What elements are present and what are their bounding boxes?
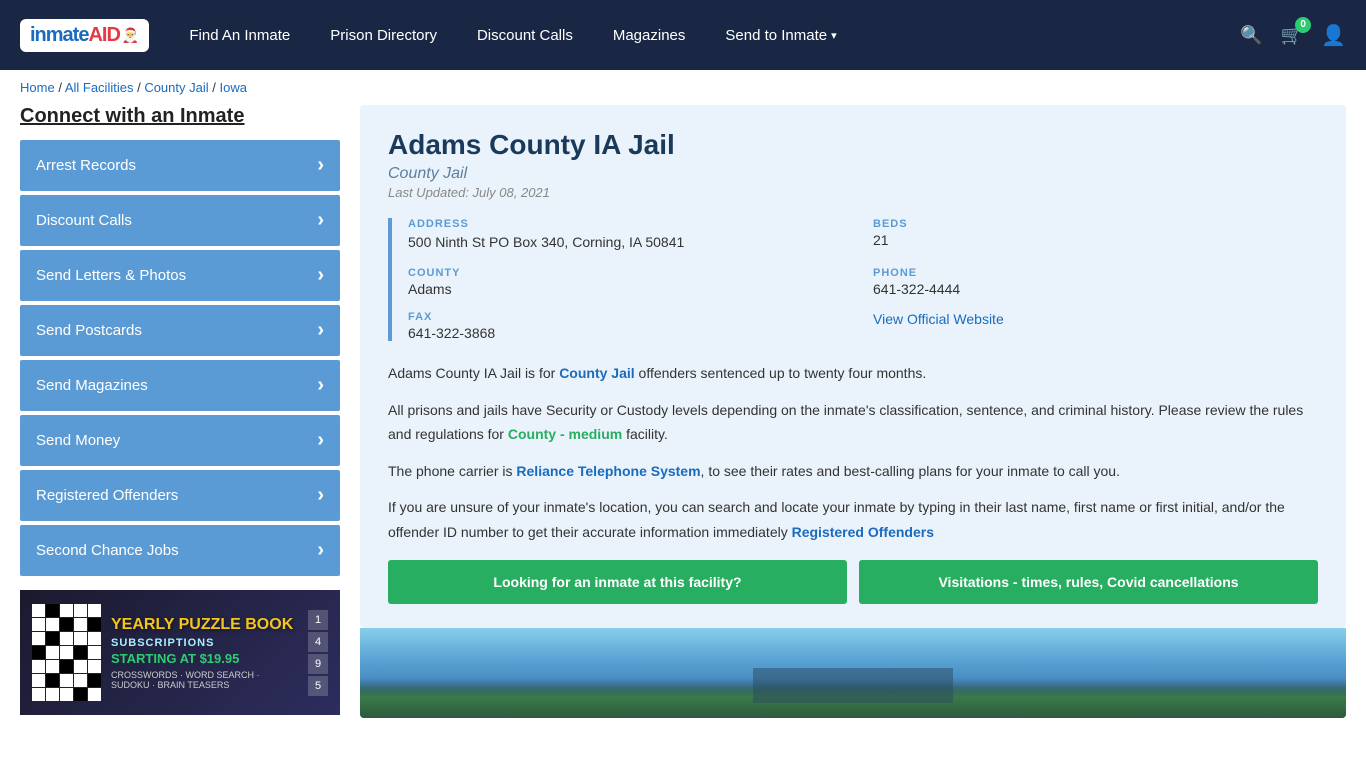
phone-value: 641-322-4444 xyxy=(873,281,1318,297)
breadcrumb-all-facilities[interactable]: All Facilities xyxy=(65,80,134,95)
crossword-grid xyxy=(32,604,101,701)
content: Adams County IA Jail County Jail Last Up… xyxy=(360,105,1346,718)
nav-icons: 🔍 🛒0 👤 xyxy=(1240,23,1346,48)
desc2-rest: facility. xyxy=(622,426,668,442)
logo-santa-icon: 🎅 xyxy=(122,27,139,44)
chevron-right-icon: › xyxy=(317,264,324,287)
beds-value: 21 xyxy=(873,232,1318,248)
sidebar-item-label: Discount Calls xyxy=(36,212,132,229)
chevron-right-icon: › xyxy=(317,429,324,452)
chevron-right-icon: › xyxy=(317,484,324,507)
desc-paragraph-3: The phone carrier is Reliance Telephone … xyxy=(388,459,1318,484)
desc-paragraph-4: If you are unsure of your inmate's locat… xyxy=(388,495,1318,544)
chevron-right-icon: › xyxy=(317,539,324,562)
info-website: View Official Website xyxy=(873,311,1318,341)
sidebar-item-label: Send Magazines xyxy=(36,377,148,394)
address-value: 500 Ninth St PO Box 340, Corning, IA 508… xyxy=(408,232,853,253)
chevron-right-icon: › xyxy=(317,209,324,232)
sidebar-item-label: Registered Offenders xyxy=(36,487,178,504)
facility-buttons: Looking for an inmate at this facility? … xyxy=(388,560,1318,604)
sidebar-item-label: Send Money xyxy=(36,432,120,449)
nav-send-to-inmate[interactable]: Send to Inmate▾ xyxy=(705,27,856,44)
info-address: ADDRESS 500 Ninth St PO Box 340, Corning… xyxy=(408,218,853,253)
facility-info-grid: ADDRESS 500 Ninth St PO Box 340, Corning… xyxy=(388,218,1318,341)
registered-offenders-link[interactable]: Registered Offenders xyxy=(792,524,934,540)
website-link[interactable]: View Official Website xyxy=(873,311,1004,327)
breadcrumb-county-jail[interactable]: County Jail xyxy=(144,80,208,95)
sidebar-title: Connect with an Inmate xyxy=(20,105,340,128)
county-label: COUNTY xyxy=(408,267,853,279)
main-container: Connect with an Inmate Arrest Records › … xyxy=(0,105,1366,738)
sidebar-item-label: Send Letters & Photos xyxy=(36,267,186,284)
fax-label: FAX xyxy=(408,311,853,323)
sidebar-item-discount-calls[interactable]: Discount Calls › xyxy=(20,195,340,246)
address-label: ADDRESS xyxy=(408,218,853,230)
facility-description: Adams County IA Jail is for County Jail … xyxy=(388,361,1318,544)
breadcrumb-iowa[interactable]: Iowa xyxy=(219,80,246,95)
beds-label: BEDS xyxy=(873,218,1318,230)
desc1-rest: offenders sentenced up to twenty four mo… xyxy=(635,365,927,381)
nav-prison-directory[interactable]: Prison Directory xyxy=(310,27,457,44)
facility-name: Adams County IA Jail xyxy=(388,129,1318,161)
facility-image xyxy=(360,628,1346,718)
breadcrumb: Home / All Facilities / County Jail / Io… xyxy=(0,70,1366,105)
visitations-button[interactable]: Visitations - times, rules, Covid cancel… xyxy=(859,560,1318,604)
desc1-text: Adams County IA Jail is for xyxy=(388,365,559,381)
info-phone: PHONE 641-322-4444 xyxy=(873,267,1318,297)
sidebar-item-arrest-records[interactable]: Arrest Records › xyxy=(20,140,340,191)
ad-subtitle: SUBSCRIPTIONS xyxy=(111,637,298,649)
chevron-right-icon: › xyxy=(317,154,324,177)
ad-title: YEARLY PUZZLE BOOK xyxy=(111,615,298,634)
nav-discount-calls[interactable]: Discount Calls xyxy=(457,27,593,44)
navbar: inmateAID 🎅 Find An Inmate Prison Direct… xyxy=(0,0,1366,70)
cart-badge: 0 xyxy=(1295,17,1311,33)
ad-numbers: 1 4 9 5 xyxy=(308,610,328,696)
ad-price: STARTING AT $19.95 xyxy=(111,651,298,666)
county-medium-link[interactable]: County - medium xyxy=(508,426,622,442)
desc3-text: The phone carrier is xyxy=(388,463,516,479)
info-county: COUNTY Adams xyxy=(408,267,853,297)
user-icon[interactable]: 👤 xyxy=(1321,23,1346,48)
desc-paragraph-1: Adams County IA Jail is for County Jail … xyxy=(388,361,1318,386)
sidebar-item-label: Second Chance Jobs xyxy=(36,542,179,559)
sidebar-item-label: Arrest Records xyxy=(36,157,136,174)
sidebar-item-send-magazines[interactable]: Send Magazines › xyxy=(20,360,340,411)
phone-label: PHONE xyxy=(873,267,1318,279)
sidebar-item-second-chance-jobs[interactable]: Second Chance Jobs › xyxy=(20,525,340,576)
facility-updated: Last Updated: July 08, 2021 xyxy=(388,185,1318,200)
cart-icon[interactable]: 🛒0 xyxy=(1281,25,1303,46)
search-icon[interactable]: 🔍 xyxy=(1240,25,1262,46)
ad-bottom-text: CROSSWORDS · WORD SEARCH · SUDOKU · BRAI… xyxy=(111,670,298,690)
desc-paragraph-2: All prisons and jails have Security or C… xyxy=(388,398,1318,447)
county-jail-link[interactable]: County Jail xyxy=(559,365,634,381)
looking-for-inmate-button[interactable]: Looking for an inmate at this facility? xyxy=(388,560,847,604)
chevron-right-icon: › xyxy=(317,374,324,397)
county-value: Adams xyxy=(408,281,853,297)
logo-text: inmateAID xyxy=(30,24,120,47)
facility-card: Adams County IA Jail County Jail Last Up… xyxy=(360,105,1346,628)
building-silhouette xyxy=(753,668,953,703)
sidebar-item-send-money[interactable]: Send Money › xyxy=(20,415,340,466)
sidebar-item-send-letters[interactable]: Send Letters & Photos › xyxy=(20,250,340,301)
breadcrumb-home[interactable]: Home xyxy=(20,80,55,95)
desc3-rest: , to see their rates and best-calling pl… xyxy=(701,463,1120,479)
nav-links: Find An Inmate Prison Directory Discount… xyxy=(169,27,1235,44)
dropdown-arrow-icon: ▾ xyxy=(831,29,837,42)
facility-type: County Jail xyxy=(388,165,1318,183)
nav-find-inmate[interactable]: Find An Inmate xyxy=(169,27,310,44)
sidebar-ad[interactable]: YEARLY PUZZLE BOOK SUBSCRIPTIONS STARTIN… xyxy=(20,590,340,715)
ad-content: YEARLY PUZZLE BOOK SUBSCRIPTIONS STARTIN… xyxy=(20,590,340,715)
chevron-right-icon: › xyxy=(317,319,324,342)
logo-container[interactable]: inmateAID 🎅 xyxy=(20,19,149,52)
ad-text: YEARLY PUZZLE BOOK SUBSCRIPTIONS STARTIN… xyxy=(111,615,298,689)
sidebar-item-label: Send Postcards xyxy=(36,322,142,339)
sidebar-item-send-postcards[interactable]: Send Postcards › xyxy=(20,305,340,356)
phone-carrier-link[interactable]: Reliance Telephone System xyxy=(516,463,700,479)
sidebar: Connect with an Inmate Arrest Records › … xyxy=(20,105,340,718)
info-fax: FAX 641-322-3868 xyxy=(408,311,853,341)
info-beds: BEDS 21 xyxy=(873,218,1318,253)
sidebar-item-registered-offenders[interactable]: Registered Offenders › xyxy=(20,470,340,521)
fax-value: 641-322-3868 xyxy=(408,325,853,341)
nav-magazines[interactable]: Magazines xyxy=(593,27,706,44)
